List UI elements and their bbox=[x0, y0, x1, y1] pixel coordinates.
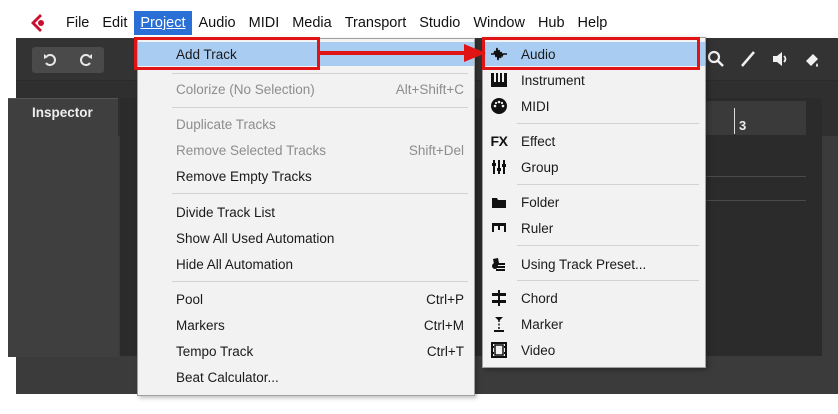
menu-item-colorize[interactable]: Colorize (No Selection) Alt+Shift+C bbox=[138, 77, 474, 101]
zoom-tool-icon[interactable] bbox=[706, 49, 726, 69]
speaker-tool-icon[interactable] bbox=[770, 49, 790, 69]
midi-connector-icon bbox=[489, 97, 509, 115]
menu-item-divide-track-list[interactable]: Divide Track List bbox=[138, 200, 474, 224]
menu-item-label: Hide All Automation bbox=[176, 256, 294, 272]
draw-tool-icon[interactable] bbox=[738, 49, 758, 69]
menu-item-hide-all-automation[interactable]: Hide All Automation bbox=[138, 252, 474, 276]
submenu-item-label: Folder bbox=[521, 194, 560, 210]
submenu-item-using-track-preset[interactable]: Using Track Preset... bbox=[483, 252, 705, 276]
menu-item-shortcut: Ctrl+M bbox=[423, 317, 464, 333]
film-icon bbox=[489, 341, 509, 359]
submenu-item-effect[interactable]: FX Effect bbox=[483, 129, 705, 153]
inspector-panel: Inspector bbox=[8, 98, 118, 357]
menu-item-show-all-used-automation[interactable]: Show All Used Automation bbox=[138, 226, 474, 250]
piano-keys-icon bbox=[489, 71, 509, 89]
menu-item-label: Tempo Track bbox=[176, 343, 254, 359]
submenu-item-ruler[interactable]: Ruler bbox=[483, 216, 705, 240]
submenu-item-label: Group bbox=[521, 159, 559, 175]
color-tool-icon[interactable] bbox=[802, 49, 822, 69]
menu-item-remove-empty-tracks[interactable]: Remove Empty Tracks bbox=[138, 164, 474, 188]
submenu-item-group[interactable]: Group bbox=[483, 155, 705, 179]
submenu-item-label: Ruler bbox=[521, 220, 554, 236]
menu-project[interactable]: Project bbox=[134, 11, 192, 35]
submenu-item-label: Video bbox=[521, 342, 556, 358]
submenu-item-video[interactable]: Video bbox=[483, 338, 705, 362]
menu-item-shortcut: Alt+Shift+C bbox=[395, 81, 464, 97]
submenu-item-label: MIDI bbox=[521, 98, 550, 114]
submenu-separator bbox=[517, 184, 699, 185]
annotation-arrow bbox=[318, 44, 486, 62]
ruler-bar-line bbox=[734, 108, 735, 134]
menu-item-shortcut: Ctrl+T bbox=[426, 343, 464, 359]
submenu-item-chord[interactable]: Chord bbox=[483, 286, 705, 310]
menu-midi[interactable]: MIDI bbox=[243, 11, 286, 35]
cubase-logo-icon[interactable] bbox=[26, 12, 48, 34]
submenu-item-marker[interactable]: Marker bbox=[483, 312, 705, 336]
submenu-separator bbox=[517, 280, 699, 281]
project-menu: Add Track Colorize (No Selection) Alt+Sh… bbox=[137, 38, 475, 396]
inspector-title: Inspector bbox=[32, 105, 93, 120]
undo-icon[interactable] bbox=[42, 52, 58, 68]
menu-item-duplicate-tracks[interactable]: Duplicate Tracks bbox=[138, 112, 474, 136]
menu-media[interactable]: Media bbox=[286, 11, 338, 35]
group-faders-icon bbox=[489, 158, 509, 176]
menu-item-shortcut: Ctrl+P bbox=[426, 291, 464, 307]
submenu-item-label: Using Track Preset... bbox=[521, 256, 647, 272]
folder-icon bbox=[489, 193, 509, 211]
menu-item-label: Remove Empty Tracks bbox=[176, 168, 312, 184]
menu-audio[interactable]: Audio bbox=[193, 11, 242, 35]
submenu-item-midi[interactable]: MIDI bbox=[483, 94, 705, 118]
track-preset-icon bbox=[489, 255, 509, 273]
menu-help[interactable]: Help bbox=[572, 11, 614, 35]
menu-item-shortcut: Shift+Del bbox=[408, 142, 464, 158]
submenu-item-label: Effect bbox=[521, 133, 556, 149]
menu-item-markers[interactable]: Markers Ctrl+M bbox=[138, 313, 474, 337]
annotation-box-add-track bbox=[134, 37, 320, 70]
submenu-item-label: Marker bbox=[521, 316, 564, 332]
add-track-submenu: Audio Instrument MIDI FX Effect Group Fo… bbox=[482, 37, 706, 368]
chord-icon bbox=[489, 289, 509, 307]
menu-item-remove-selected-tracks[interactable]: Remove Selected Tracks Shift+Del bbox=[138, 138, 474, 162]
menu-item-label: Duplicate Tracks bbox=[176, 116, 276, 132]
menu-item-label: Beat Calculator... bbox=[176, 369, 279, 385]
bottom-margin bbox=[0, 394, 838, 414]
submenu-separator bbox=[517, 123, 699, 124]
menu-hub[interactable]: Hub bbox=[532, 11, 571, 35]
tool-buttons bbox=[706, 44, 826, 74]
submenu-item-label: Instrument bbox=[521, 72, 585, 88]
menu-bar: File Edit Project Audio MIDI Media Trans… bbox=[16, 8, 838, 38]
menu-item-label: Pool bbox=[176, 291, 204, 307]
menu-item-pool[interactable]: Pool Ctrl+P bbox=[138, 287, 474, 311]
submenu-item-folder[interactable]: Folder bbox=[483, 190, 705, 214]
undo-redo-group bbox=[32, 47, 104, 73]
fx-icon-text: FX bbox=[490, 133, 508, 149]
menu-item-label: Colorize (No Selection) bbox=[176, 81, 315, 97]
menu-item-label: Divide Track List bbox=[176, 204, 276, 220]
ruler-icon bbox=[489, 219, 509, 237]
menu-item-tempo-track[interactable]: Tempo Track Ctrl+T bbox=[138, 339, 474, 363]
redo-icon[interactable] bbox=[78, 52, 94, 68]
menu-item-label: Remove Selected Tracks bbox=[176, 142, 327, 158]
submenu-separator bbox=[517, 245, 699, 246]
menu-separator bbox=[172, 193, 468, 194]
menu-item-label: Markers bbox=[176, 317, 225, 333]
annotation-box-audio bbox=[482, 37, 700, 70]
menu-transport[interactable]: Transport bbox=[339, 11, 413, 35]
menu-file[interactable]: File bbox=[60, 11, 95, 35]
submenu-item-label: Chord bbox=[521, 290, 558, 306]
menu-edit[interactable]: Edit bbox=[96, 11, 133, 35]
ruler-bar-number: 3 bbox=[739, 118, 747, 133]
menu-separator bbox=[172, 107, 468, 108]
marker-icon bbox=[489, 315, 509, 333]
menu-separator bbox=[172, 281, 468, 282]
menu-item-beat-calculator[interactable]: Beat Calculator... bbox=[138, 365, 474, 389]
menu-window[interactable]: Window bbox=[467, 11, 531, 35]
menu-separator bbox=[172, 73, 468, 74]
menu-studio[interactable]: Studio bbox=[413, 11, 466, 35]
fx-icon: FX bbox=[489, 132, 509, 150]
menu-item-label: Show All Used Automation bbox=[176, 230, 335, 246]
submenu-item-instrument[interactable]: Instrument bbox=[483, 68, 705, 92]
